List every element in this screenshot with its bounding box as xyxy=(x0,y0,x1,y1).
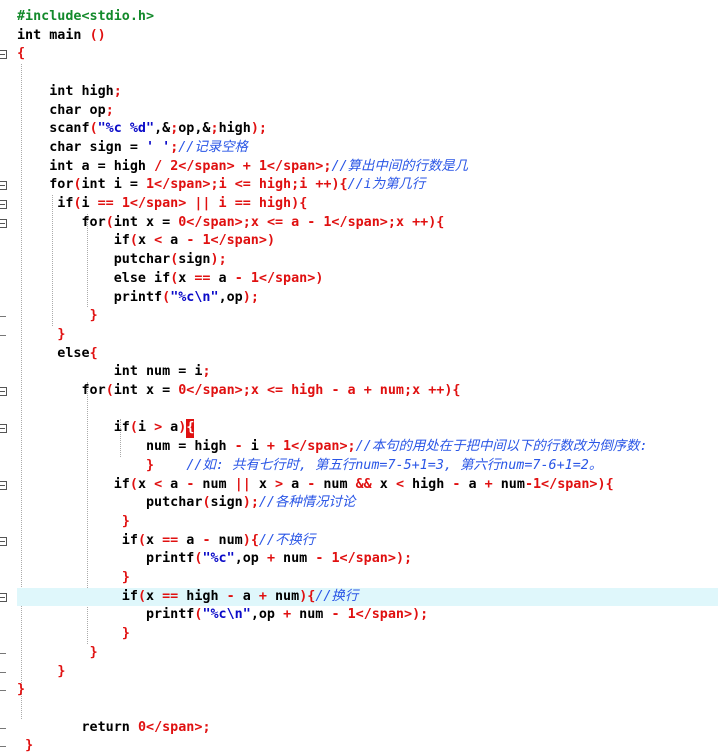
code-line[interactable]: { xyxy=(17,45,25,64)
fold-toggle-icon[interactable] xyxy=(0,218,7,228)
code-line[interactable]: if(i == 1</span> || i == high){ xyxy=(17,195,307,214)
fold-end-marker xyxy=(0,652,6,654)
fold-end-marker xyxy=(0,727,6,729)
code-line[interactable]: int num = i; xyxy=(17,363,211,382)
code-line[interactable]: else{ xyxy=(17,345,97,364)
code-line[interactable]: } xyxy=(17,681,25,700)
code-line[interactable]: num = high - i + 1</span>;//本句的用处在于把中间以下… xyxy=(17,438,648,457)
fold-gutter[interactable] xyxy=(0,0,14,748)
fold-toggle-icon[interactable] xyxy=(0,200,7,209)
code-line[interactable]: printf("%c",op + num - 1</span>); xyxy=(17,550,412,569)
fold-end-marker xyxy=(0,316,6,318)
code-line[interactable]: } //如: 共有七行时, 第五行num=7-5+1=3, 第六行num=7-6… xyxy=(17,457,602,476)
code-line[interactable]: if(x < a - 1</span>) xyxy=(17,232,275,251)
fold-toggle-icon[interactable] xyxy=(0,480,7,490)
code-line[interactable]: int a = high / 2</span> + 1</span>;//算出中… xyxy=(17,158,468,177)
fold-toggle-icon[interactable] xyxy=(0,50,7,60)
code-line[interactable]: } xyxy=(17,644,98,663)
matching-brace-cursor: { xyxy=(186,419,195,439)
code-line[interactable]: if(x < a - num || x > a - num && x < hig… xyxy=(17,476,614,495)
code-line[interactable]: } xyxy=(17,569,130,588)
code-line[interactable]: putchar(sign); xyxy=(17,251,227,270)
code-line[interactable]: } xyxy=(17,625,130,644)
code-line[interactable]: } xyxy=(17,513,130,532)
code-line[interactable]: putchar(sign);//各种情况讨论 xyxy=(17,494,355,513)
code-line[interactable]: } xyxy=(17,663,65,682)
code-line[interactable]: } xyxy=(17,326,65,345)
code-line[interactable]: printf("%c\n",op + num - 1</span>); xyxy=(17,606,428,625)
fold-toggle-icon[interactable] xyxy=(0,181,7,191)
code-line[interactable]: printf("%c\n",op); xyxy=(17,289,259,308)
code-line[interactable]: return 0</span>; xyxy=(17,719,210,738)
code-line[interactable]: char sign = ' ';//记录空格 xyxy=(17,139,248,158)
code-line[interactable]: for(int i = 1</span>;i <= high;i ++){//i… xyxy=(17,176,425,195)
fold-toggle-icon[interactable] xyxy=(0,536,7,546)
fold-toggle-icon[interactable] xyxy=(0,424,7,434)
code-line[interactable]: int main () xyxy=(17,27,106,46)
fold-toggle-icon[interactable] xyxy=(0,387,7,396)
fold-end-marker xyxy=(0,671,6,673)
code-line[interactable]: char op; xyxy=(17,102,114,121)
code-editor[interactable]: #include<stdio.h> int main (){ int high; … xyxy=(0,0,718,753)
code-line[interactable]: else if(x == a - 1</span>) xyxy=(17,270,324,289)
fold-end-marker xyxy=(0,746,6,748)
code-line[interactable]: for(int x = 0</span>;x <= a - 1</span>;x… xyxy=(17,214,444,233)
fold-toggle-icon[interactable] xyxy=(0,592,7,602)
code-line[interactable]: #include<stdio.h> xyxy=(17,8,154,27)
code-line[interactable]: } xyxy=(17,737,33,756)
code-line[interactable]: } xyxy=(17,307,98,326)
fold-end-marker xyxy=(0,334,6,336)
code-line[interactable]: int high; xyxy=(17,83,122,102)
code-line[interactable]: if(x == a - num){//不换行 xyxy=(17,532,315,551)
code-line[interactable]: for(int x = 0</span>;x <= high - a + num… xyxy=(17,382,460,401)
fold-end-marker xyxy=(0,690,6,692)
code-line[interactable]: if(i > a){ xyxy=(17,419,195,439)
code-line[interactable]: scanf("%c %d",&;op,&;high); xyxy=(17,120,267,139)
code-line[interactable]: if(x == high - a + num){//换行 xyxy=(17,588,358,607)
